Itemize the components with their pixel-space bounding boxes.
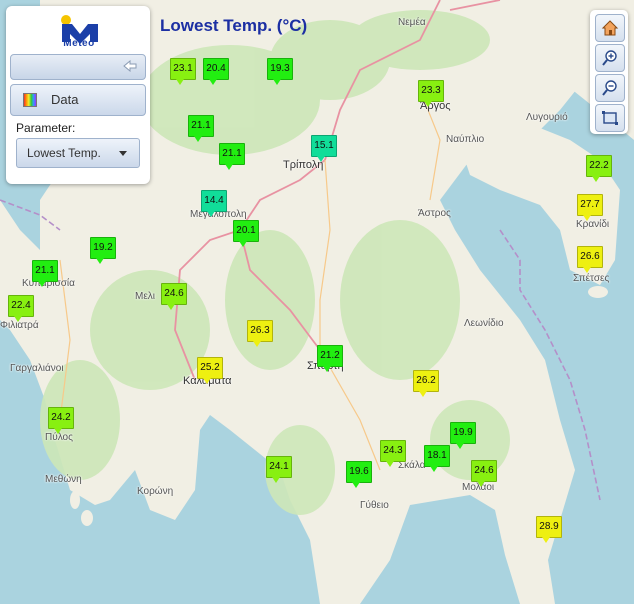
station-marker[interactable]: 14.4: [201, 190, 227, 217]
place-koroni: Κορώνη: [137, 486, 174, 497]
map-tools: [590, 10, 628, 134]
palette-icon: [23, 93, 37, 107]
data-button-label: Data: [51, 92, 79, 107]
island: [70, 491, 80, 509]
parameter-label: Parameter:: [16, 121, 76, 135]
zoom-in-icon: [602, 50, 617, 66]
home-button[interactable]: [595, 14, 625, 42]
station-marker[interactable]: 23.3: [418, 80, 444, 107]
chevron-down-icon: [119, 151, 127, 156]
station-marker[interactable]: 24.6: [161, 283, 187, 310]
place-lygourio: Λυγουριό: [526, 112, 568, 123]
island: [588, 286, 608, 298]
parameter-select-value: Lowest Temp.: [27, 146, 101, 160]
station-marker[interactable]: 25.2: [197, 357, 223, 384]
place-meli: Μελι: [135, 291, 156, 302]
place-nemea: Νεμέα: [398, 17, 426, 28]
station-marker[interactable]: 15.1: [311, 135, 337, 162]
zoom-out-icon: [602, 80, 617, 96]
station-marker[interactable]: 21.1: [219, 143, 245, 170]
map-title: Lowest Temp. (°C): [160, 16, 308, 35]
station-marker[interactable]: 21.1: [188, 115, 214, 142]
station-marker[interactable]: 27.7: [577, 194, 603, 221]
station-marker[interactable]: 21.1: [32, 260, 58, 287]
place-gytheio: Γύθειο: [360, 500, 389, 511]
station-marker[interactable]: 26.6: [577, 246, 603, 273]
zoom-extent-button[interactable]: [595, 104, 625, 132]
place-leonidio: Λεωνίδιο: [464, 318, 504, 329]
control-panel: Meteo Data Parameter: Lowest Temp.: [6, 6, 150, 184]
collapse-bar[interactable]: [10, 54, 146, 80]
zoom-out-button[interactable]: [595, 74, 625, 102]
station-marker[interactable]: 18.1: [424, 445, 450, 472]
station-marker[interactable]: 23.1: [170, 58, 196, 85]
place-methoni: Μεθώνη: [45, 474, 82, 485]
station-marker[interactable]: 24.1: [266, 456, 292, 483]
zoom-in-button[interactable]: [595, 44, 625, 72]
logo-text: Meteo: [63, 38, 95, 49]
island: [81, 510, 93, 526]
place-kranidi: Κρανίδι: [576, 219, 610, 230]
station-marker[interactable]: 24.3: [380, 440, 406, 467]
station-marker[interactable]: 26.2: [413, 370, 439, 397]
station-marker[interactable]: 19.6: [346, 461, 372, 488]
station-marker[interactable]: 22.4: [8, 295, 34, 322]
station-marker[interactable]: 21.2: [317, 345, 343, 372]
station-marker[interactable]: 19.9: [450, 422, 476, 449]
station-marker[interactable]: 22.2: [586, 155, 612, 182]
place-nafplio: Ναύπλιο: [446, 134, 485, 145]
station-marker[interactable]: 19.2: [90, 237, 116, 264]
station-marker[interactable]: 24.6: [471, 460, 497, 487]
station-marker[interactable]: 24.2: [48, 407, 74, 434]
home-icon: [601, 20, 619, 36]
place-gargalianoi: Γαργαλιάνοι: [10, 363, 64, 374]
station-marker[interactable]: 20.4: [203, 58, 229, 85]
data-button[interactable]: Data: [10, 84, 146, 116]
station-marker[interactable]: 28.9: [536, 516, 562, 543]
station-marker[interactable]: 19.3: [267, 58, 293, 85]
station-marker[interactable]: 20.1: [233, 220, 259, 247]
place-astros: Άστρος: [418, 208, 451, 219]
station-marker[interactable]: 26.3: [247, 320, 273, 347]
zoom-extent-icon: [602, 111, 618, 125]
arrow-left-icon[interactable]: [123, 60, 137, 72]
parameter-select[interactable]: Lowest Temp.: [16, 138, 140, 168]
place-spetses: Σπέτσες: [573, 273, 610, 284]
